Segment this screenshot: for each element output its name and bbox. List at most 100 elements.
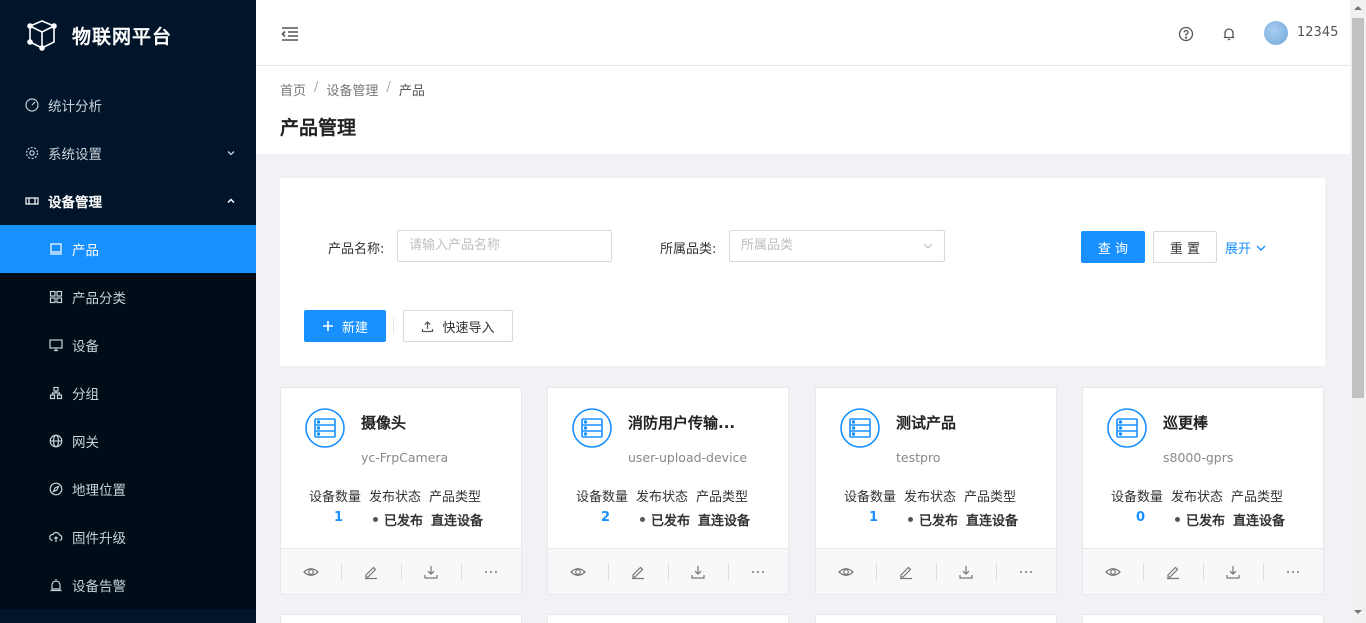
monitor-icon <box>48 337 64 353</box>
scroll-thumb[interactable] <box>1352 18 1364 398</box>
bell-icon[interactable] <box>1221 26 1237 42</box>
sidebar-item-firmware[interactable]: 固件升级 <box>0 513 256 561</box>
sidebar-item-label: 统计分析 <box>48 99 102 115</box>
breadcrumb-device-management[interactable]: 设备管理 <box>326 80 378 99</box>
chevron-down-icon <box>924 244 932 249</box>
category-select-placeholder: 所属品类 <box>741 238 794 253</box>
product-stat-labels: 设备数量 发布状态 产品类型 <box>576 486 748 505</box>
product-card[interactable]: 巡更棒 s8000-gprs 设备数量 发布状态 产品类型 0 已发布 直连设备 <box>1082 387 1324 595</box>
alarm-icon <box>48 577 64 593</box>
card-action-download[interactable] <box>1203 549 1263 594</box>
device-count-value[interactable]: 1 <box>869 510 878 525</box>
sidebar-item-statistics[interactable]: 统计分析 <box>0 81 256 129</box>
sidebar-item-label: 固件升级 <box>72 531 126 547</box>
sidebar-item-location[interactable]: 地理位置 <box>0 465 256 513</box>
card-action-download[interactable] <box>401 549 461 594</box>
sidebar-item-alarm[interactable]: 设备告警 <box>0 561 256 609</box>
breadcrumb-home[interactable]: 首页 <box>280 80 306 99</box>
menu-fold-icon[interactable] <box>280 24 300 44</box>
sidebar-item-product[interactable]: 产品 <box>0 225 256 273</box>
card-action-download[interactable] <box>936 549 996 594</box>
device-count-value[interactable]: 0 <box>1136 510 1145 525</box>
product-stat-labels: 设备数量 发布状态 产品类型 <box>1111 486 1283 505</box>
card-action-view-eye[interactable] <box>281 549 341 594</box>
category-select[interactable]: 所属品类 <box>729 230 945 262</box>
card-action-more[interactable] <box>461 549 521 594</box>
device-count-value[interactable]: 2 <box>601 510 610 525</box>
card-action-view-eye[interactable] <box>816 549 876 594</box>
card-action-bar <box>816 548 1056 594</box>
edit-icon <box>630 564 646 580</box>
sidebar-item-label: 地理位置 <box>72 483 126 499</box>
product-type-value: 直连设备 <box>966 514 1019 529</box>
product-key: testpro <box>896 450 941 465</box>
card-action-view-eye[interactable] <box>548 549 608 594</box>
more-icon <box>1285 564 1301 580</box>
product-title[interactable]: 测试产品 <box>896 412 956 433</box>
product-stat-values: 1 已发布 直连设备 <box>816 510 1058 530</box>
username[interactable]: 12345 <box>1297 25 1338 40</box>
download-icon <box>1225 564 1241 580</box>
toolbar-divider <box>393 318 394 334</box>
sidebar-item-device[interactable]: 设备 <box>0 321 256 369</box>
product-server-icon <box>572 408 612 448</box>
scroll-up-icon[interactable] <box>1354 4 1362 12</box>
product-card[interactable]: 消防用户传输... user-upload-device 设备数量 发布状态 产品类型 2… <box>547 387 789 595</box>
quick-import-button[interactable]: 快速导入 <box>403 310 513 342</box>
product-card[interactable]: 摄像头 yc-FrpCamera 设备数量 发布状态 产品类型 1 已发布 直连设备 <box>280 387 522 595</box>
sidebar-item-device-management[interactable]: 设备管理 <box>0 177 256 225</box>
new-product-button[interactable]: 新建 <box>304 310 386 342</box>
logo[interactable]: 物联网平台 <box>0 0 256 70</box>
avatar[interactable] <box>1264 21 1288 45</box>
page-scrollbar[interactable] <box>1350 0 1366 623</box>
product-title[interactable]: 消防用户传输... <box>628 412 735 433</box>
card-action-more[interactable] <box>1263 549 1323 594</box>
sidebar-item-label: 分组 <box>72 387 99 403</box>
product-type-label: 产品类型 <box>696 490 749 505</box>
product-stat-labels: 设备数量 发布状态 产品类型 <box>844 486 1016 505</box>
query-button[interactable]: 查 询 <box>1081 231 1145 263</box>
product-card[interactable]: 测试产品 testpro 设备数量 发布状态 产品类型 1 已发布 直连设备 <box>815 387 1057 595</box>
category-label: 所属品类: <box>660 242 717 257</box>
breadcrumb: 首页 / 设备管理 / 产品 <box>280 80 1326 99</box>
chevron-up-icon <box>227 198 235 204</box>
sidebar-item-system-settings[interactable]: 系统设置 <box>0 129 256 177</box>
card-action-edit[interactable] <box>608 549 668 594</box>
card-action-more[interactable] <box>728 549 788 594</box>
sidebar-item-label: 设备管理 <box>48 195 102 211</box>
main-menu: 统计分析 系统设置 设备管理 产品 产品分类 设备 分组 网关 地理位置 固件升… <box>0 81 256 609</box>
publish-status-value: 已发布 <box>908 510 958 529</box>
product-icon <box>48 241 64 257</box>
card-action-edit[interactable] <box>341 549 401 594</box>
product-title[interactable]: 摄像头 <box>361 412 406 433</box>
sidebar-item-group[interactable]: 分组 <box>0 369 256 417</box>
sidebar-item-product-category[interactable]: 产品分类 <box>0 273 256 321</box>
upload-icon <box>422 320 434 332</box>
sidebar-item-gateway[interactable]: 网关 <box>0 417 256 465</box>
more-icon <box>750 564 766 580</box>
help-icon[interactable] <box>1178 26 1194 42</box>
card-action-bar <box>1083 548 1323 594</box>
publish-status-label: 发布状态 <box>904 490 957 505</box>
status-text: 已发布 <box>651 514 691 529</box>
page-title: 产品管理 <box>280 117 357 139</box>
product-stat-values: 2 已发布 直连设备 <box>548 510 790 530</box>
scroll-down-icon[interactable] <box>1354 608 1362 616</box>
product-name-input[interactable]: 请输入产品名称 <box>397 230 612 262</box>
card-action-more[interactable] <box>996 549 1056 594</box>
device-count-label: 设备数量 <box>844 490 897 505</box>
card-action-download[interactable] <box>668 549 728 594</box>
reset-button[interactable]: 重 置 <box>1153 231 1217 263</box>
card-action-edit[interactable] <box>1143 549 1203 594</box>
sidebar-item-label: 设备告警 <box>72 579 126 595</box>
product-key: user-upload-device <box>628 450 748 465</box>
compass-icon <box>48 481 64 497</box>
card-action-view-eye[interactable] <box>1083 549 1143 594</box>
breadcrumb-product: 产品 <box>398 84 425 99</box>
card-action-edit[interactable] <box>876 549 936 594</box>
product-key: s8000-gprs <box>1163 450 1234 465</box>
expand-link[interactable]: 展开 <box>1225 238 1267 257</box>
sidebar-item-label: 产品分类 <box>72 291 126 307</box>
device-count-value[interactable]: 1 <box>334 510 343 525</box>
product-title[interactable]: 巡更棒 <box>1163 412 1208 433</box>
